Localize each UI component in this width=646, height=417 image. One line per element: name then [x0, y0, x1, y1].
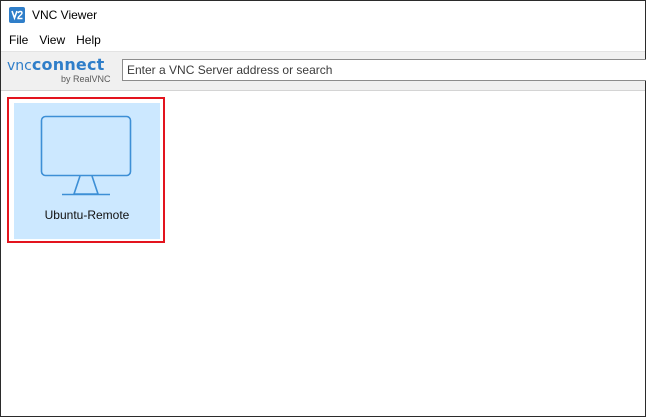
toolbar: vncconnect by RealVNC [1, 51, 646, 91]
window-title: VNC Viewer [32, 8, 98, 22]
menu-bar: File View Help [1, 29, 645, 51]
title-bar: VNC Viewer [1, 1, 645, 29]
connection-name: Ubuntu-Remote [44, 208, 130, 222]
vnc-viewer-window: VNC Viewer File View Help vncconnect by … [0, 0, 646, 417]
address-book-area: Ubuntu-Remote [1, 91, 645, 415]
menu-file[interactable]: File [5, 31, 32, 49]
menu-view[interactable]: View [35, 31, 69, 49]
menu-help[interactable]: Help [72, 31, 105, 49]
vnc-viewer-app-icon [9, 7, 25, 23]
brand-suffix: connect [31, 55, 105, 74]
monitor-icon [40, 115, 134, 204]
brand-byline: by RealVNC [61, 74, 111, 84]
vnc-connect-logo: vncconnect by RealVNC [1, 54, 120, 88]
brand-prefix: vnc [7, 58, 32, 74]
brand-logo-text: vncconnect [7, 55, 105, 75]
connection-tile-ubuntu-remote[interactable]: Ubuntu-Remote [14, 103, 160, 239]
server-address-search-input[interactable] [122, 59, 646, 81]
